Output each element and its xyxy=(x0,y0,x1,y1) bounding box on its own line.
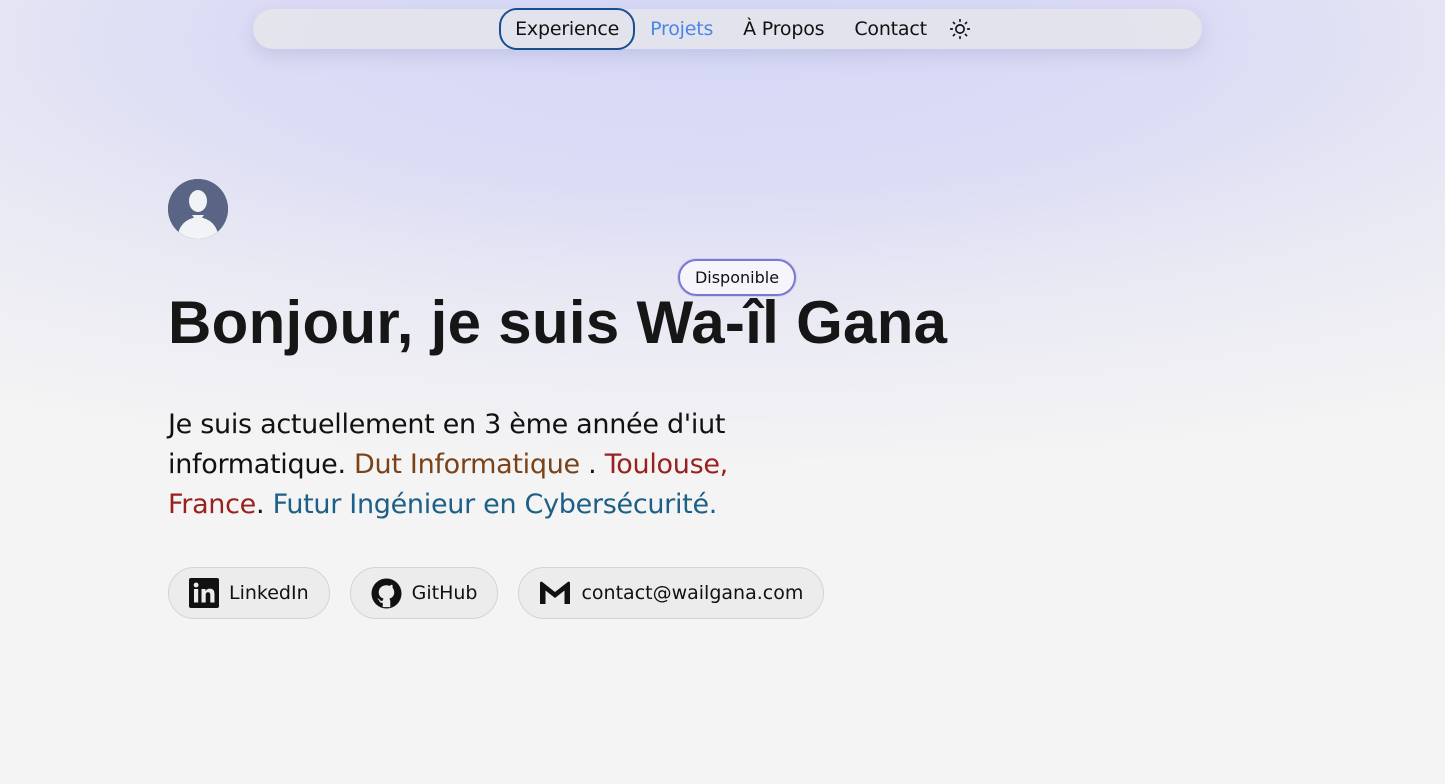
nav-projets[interactable]: Projets xyxy=(635,8,728,50)
sun-icon[interactable] xyxy=(948,17,972,41)
page-title: Bonjour, je suis Wa-îl Gana xyxy=(168,289,948,356)
social-links: LinkedIn GitHub contact@wailgana.com xyxy=(168,567,825,619)
top-navbar: Experience Projets À Propos Contact xyxy=(253,8,1202,50)
gmail-icon xyxy=(539,581,571,605)
email-label: contact@wailgana.com xyxy=(581,582,804,604)
user-silhouette-icon xyxy=(168,179,228,239)
page-background xyxy=(0,0,1445,784)
intro-future: Futur Ingénieur en Cybersécurité. xyxy=(272,489,718,520)
nav-experience[interactable]: Experience xyxy=(499,8,636,50)
github-button[interactable]: GitHub xyxy=(349,567,499,619)
nav-contact[interactable]: Contact xyxy=(839,8,942,50)
intro-separator-2: . xyxy=(255,489,273,520)
intro-separator-1: . xyxy=(579,449,605,480)
nav-a-propos[interactable]: À Propos xyxy=(728,8,839,50)
linkedin-icon xyxy=(189,578,219,608)
linkedin-label: LinkedIn xyxy=(229,582,309,604)
avatar xyxy=(168,179,228,239)
github-label: GitHub xyxy=(411,582,478,604)
linkedin-button[interactable]: LinkedIn xyxy=(168,567,330,619)
github-icon xyxy=(371,577,402,609)
intro-dut: Dut Informatique xyxy=(354,449,580,480)
email-button[interactable]: contact@wailgana.com xyxy=(518,567,825,619)
intro-paragraph: Je suis actuellement en 3 ème année d'iu… xyxy=(168,405,768,525)
